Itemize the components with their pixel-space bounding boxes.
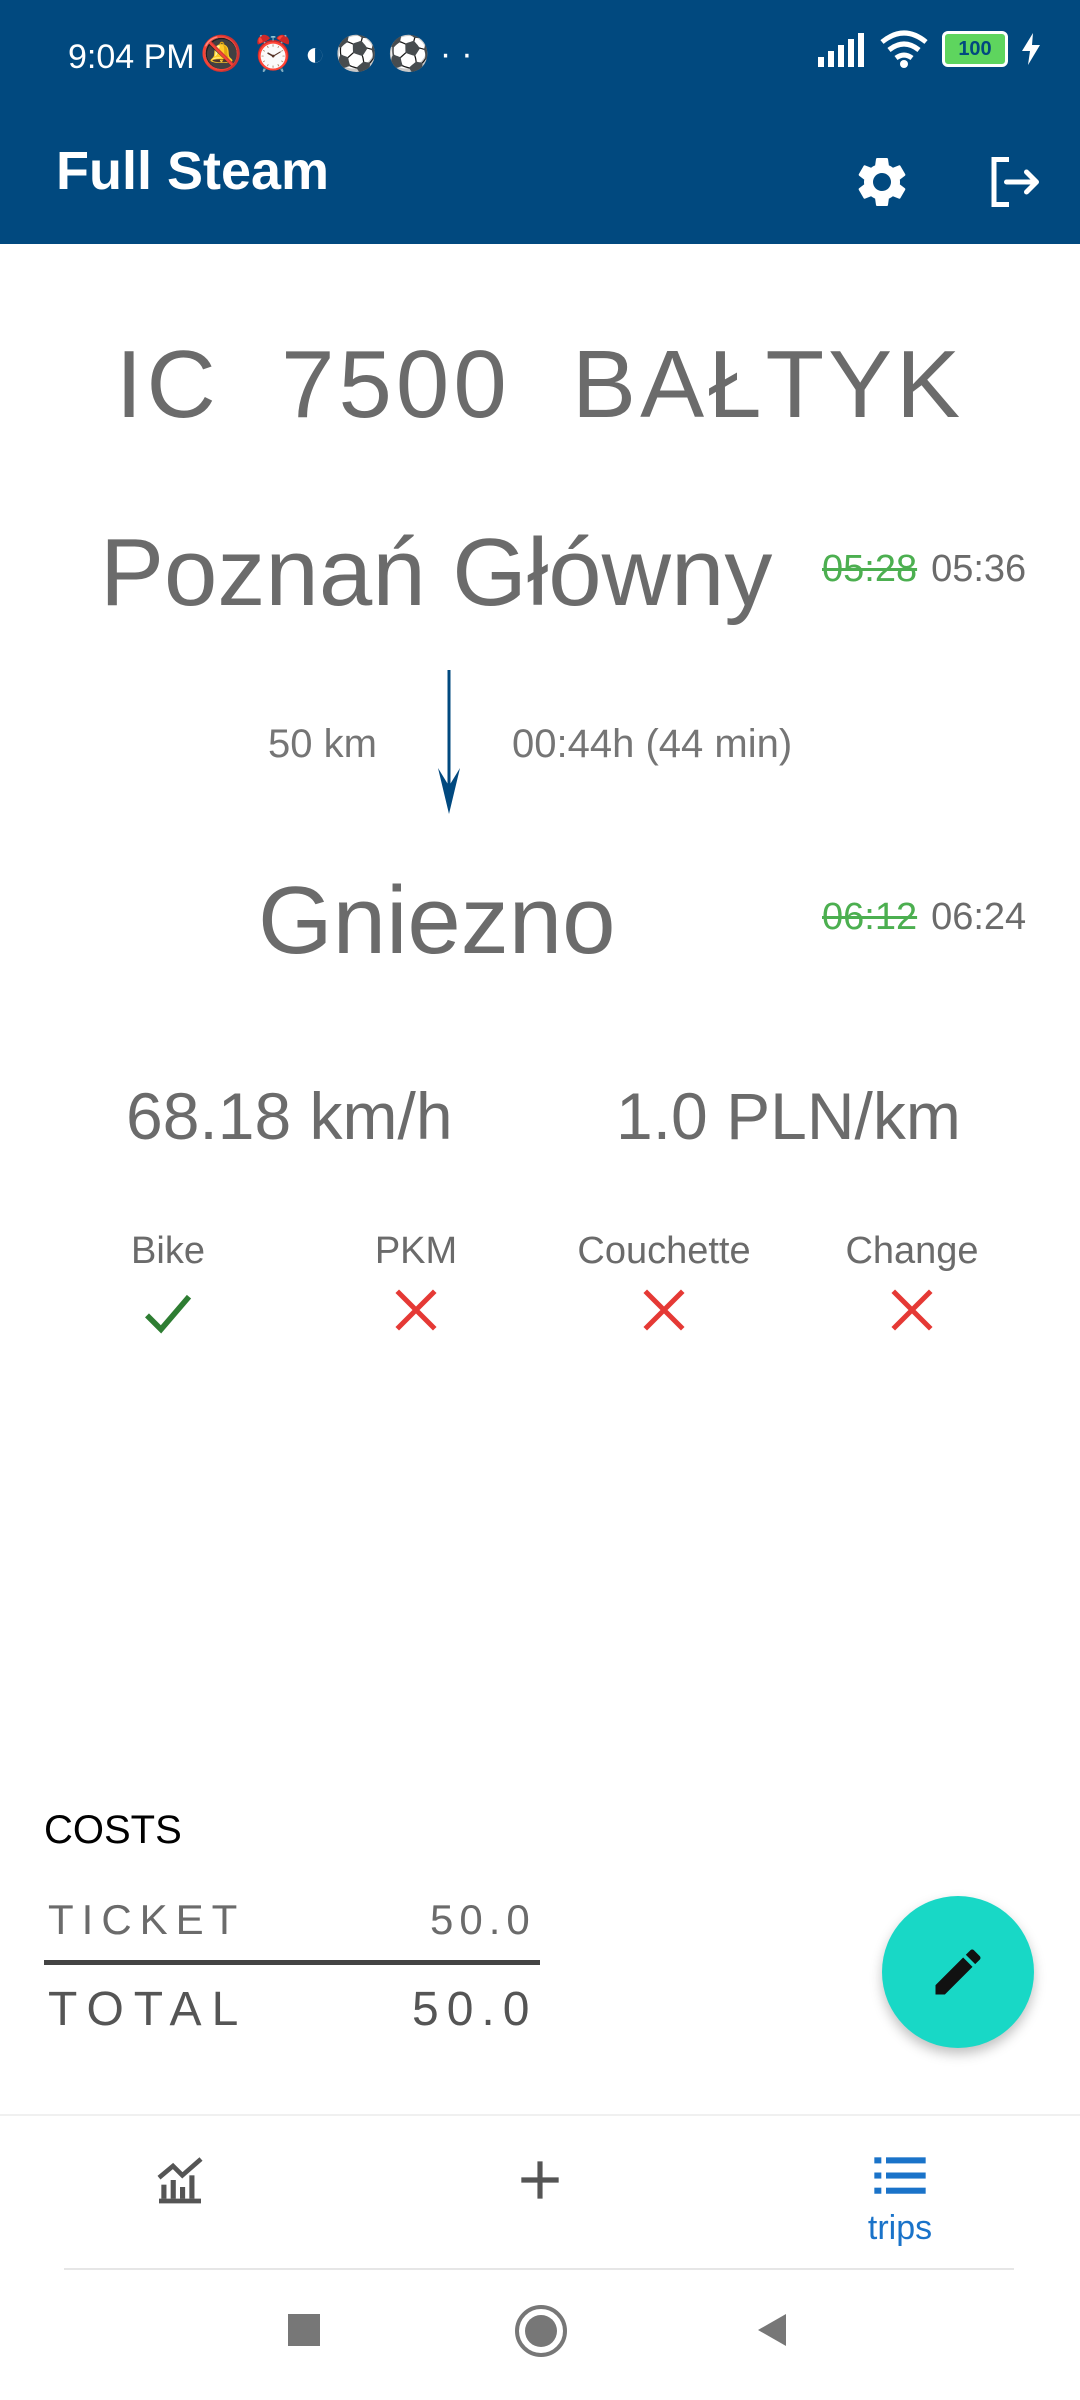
wifi-icon bbox=[880, 30, 928, 68]
charging-icon bbox=[1022, 33, 1040, 65]
ticket-value: 50.0 bbox=[430, 1896, 536, 1943]
back-button[interactable] bbox=[752, 2310, 792, 2355]
status-right-icons: 100 bbox=[816, 30, 1040, 68]
arrival-scheduled-time: 06:12 bbox=[822, 896, 918, 938]
arrival-times: 06:12 06:24 bbox=[822, 896, 1026, 939]
arrival-actual-time: 06:24 bbox=[931, 896, 1027, 938]
feature-label: PKM bbox=[374, 1230, 458, 1272]
football-icon: ⚽ bbox=[335, 35, 388, 73]
departure-times: 05:28 05:36 bbox=[822, 548, 1026, 591]
square-icon bbox=[288, 2314, 320, 2346]
app-bar: Full Steam bbox=[0, 120, 1080, 244]
app-title: Full Steam bbox=[56, 141, 330, 201]
cross-icon bbox=[395, 1289, 437, 1331]
arrival-station: Gniezno bbox=[258, 867, 616, 974]
distance-label: 50 km bbox=[268, 722, 377, 766]
check-icon bbox=[145, 1294, 192, 1334]
feature-label: Bike bbox=[131, 1230, 205, 1272]
cost-per-km: 1.0 PLN/km bbox=[616, 1079, 961, 1153]
status-time: 9:04 PM bbox=[68, 38, 195, 76]
list-icon bbox=[874, 2157, 926, 2194]
more-dots-icon: ·· bbox=[439, 35, 483, 73]
recents-button[interactable] bbox=[284, 2310, 324, 2355]
settings-button[interactable] bbox=[838, 138, 926, 226]
add-icon bbox=[521, 2161, 559, 2199]
status-bar: 9:04 PM 🔕⏰◐⚽⚽·· 100 bbox=[0, 0, 1080, 120]
departure-actual-time: 05:36 bbox=[931, 548, 1027, 590]
cross-icon bbox=[643, 1289, 685, 1331]
duration-label: 00:44h (44 min) bbox=[512, 722, 793, 766]
cross-icon bbox=[891, 1289, 933, 1331]
status-notification-icons: 🔕⏰◐⚽⚽·· bbox=[200, 34, 483, 74]
logout-button[interactable] bbox=[970, 138, 1058, 226]
costs-divider bbox=[44, 1960, 540, 1965]
bottom-navigation: trips bbox=[0, 2114, 1080, 2272]
feature-couchette: Couchette bbox=[564, 1230, 764, 1341]
nav-label-trips: trips bbox=[867, 2209, 933, 2247]
chart-icon bbox=[157, 2157, 203, 2204]
ticket-label: TICKET bbox=[48, 1896, 246, 1943]
football-icon: ⚽ bbox=[387, 35, 440, 73]
total-value: 50.0 bbox=[412, 1983, 538, 2036]
feature-bike: Bike bbox=[68, 1230, 268, 1341]
home-button[interactable] bbox=[514, 2304, 568, 2363]
feature-change: Change bbox=[812, 1230, 1012, 1341]
settings-icon bbox=[858, 158, 906, 206]
circle-icon bbox=[515, 2305, 567, 2357]
signal-icon bbox=[818, 33, 864, 67]
battery-indicator: 100 bbox=[942, 31, 1008, 67]
logout-icon bbox=[991, 157, 1039, 207]
system-navigation-bar bbox=[0, 2280, 1080, 2400]
feature-pkm: PKM bbox=[316, 1230, 516, 1341]
nav-divider bbox=[64, 2268, 1014, 2270]
feature-label: Couchette bbox=[577, 1230, 751, 1272]
average-speed: 68.18 km/h bbox=[126, 1079, 453, 1153]
triangle-back-icon bbox=[758, 2314, 786, 2346]
total-label: TOTAL bbox=[48, 1983, 249, 2036]
alarm-icon: ⏰ bbox=[252, 35, 305, 73]
direction-arrow-icon bbox=[438, 670, 460, 814]
nav-item-stats[interactable] bbox=[80, 2152, 280, 2217]
departure-station: Poznań Główny bbox=[100, 519, 773, 626]
costs-title: COSTS bbox=[44, 1808, 182, 1852]
nav-item-trips[interactable]: trips bbox=[800, 2152, 1000, 2248]
departure-scheduled-time: 05:28 bbox=[822, 548, 918, 590]
edit-trip-button[interactable] bbox=[882, 1896, 1034, 2048]
app-icon: ◐ bbox=[304, 35, 336, 73]
mute-icon: 🔕 bbox=[200, 35, 253, 73]
pencil-icon bbox=[935, 1949, 981, 1995]
nav-item-add[interactable] bbox=[440, 2152, 640, 2217]
train-name: IC 7500 BAŁTYK bbox=[115, 331, 965, 438]
feature-label: Change bbox=[845, 1230, 979, 1272]
